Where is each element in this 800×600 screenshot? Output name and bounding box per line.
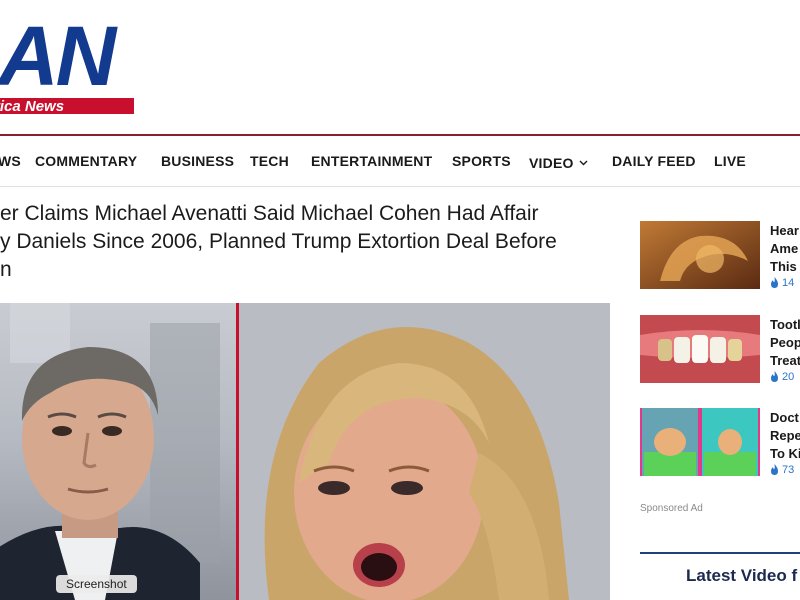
sidebar-story-title: Hear Ame This	[770, 222, 800, 276]
sidebar-story-stats: 14	[770, 277, 794, 289]
sidebar-title-line: Repe	[770, 428, 800, 443]
nav-item-live[interactable]: LIVE	[714, 153, 746, 169]
headline-line: y Daniels Since 2006, Planned Trump Exto…	[0, 230, 557, 253]
sidebar-story-stats: 20	[770, 371, 794, 383]
sidebar-title-line: Hear	[770, 223, 799, 238]
nav-item-entertainment[interactable]: ENTERTAINMENT	[311, 153, 432, 169]
sidebar-title-line: Treat	[770, 353, 800, 368]
sidebar-thumbnail	[640, 221, 760, 289]
nav-item-commentary[interactable]: COMMENTARY	[35, 153, 137, 169]
logo-letters: AN	[0, 9, 116, 103]
sidebar-title-line: This	[770, 259, 797, 274]
sidebar-story[interactable]: Doct Repe To Ki 73	[640, 408, 800, 478]
sidebar-thumbnail	[640, 315, 760, 383]
sidebar-title-line: To Ki	[770, 446, 800, 461]
sidebar-thumbnail	[640, 408, 760, 476]
sidebar-title-line: Peop	[770, 335, 800, 350]
chevron-down-icon	[579, 153, 588, 169]
nav-item-daily-feed[interactable]: DAILY FEED	[612, 153, 696, 169]
hero-left-photo	[0, 303, 236, 600]
nav-item-news[interactable]: WS	[0, 153, 21, 169]
article-hero-image[interactable]: Screenshot	[0, 303, 610, 600]
flame-icon	[771, 464, 778, 475]
logo-tagline: rica News	[0, 98, 65, 114]
latest-video-heading: Latest Video f	[686, 566, 798, 585]
flame-icon	[771, 277, 778, 288]
view-count: 20	[782, 371, 795, 383]
view-count: 73	[782, 464, 795, 476]
flame-icon	[771, 371, 778, 382]
sidebar-title-line: Ame	[770, 241, 799, 256]
sidebar-story[interactable]: Tootl Peop Treat 20	[640, 315, 800, 385]
sidebar-story-title: Tootl Peop Treat	[770, 316, 800, 370]
sidebar-title-line: Doct	[770, 410, 799, 425]
nav-item-video[interactable]: VIDEO	[529, 153, 588, 171]
sidebar-story-stats: 73	[770, 464, 794, 476]
nav-item-sports[interactable]: SPORTS	[452, 153, 511, 169]
nav-item-tech[interactable]: TECH	[250, 153, 289, 169]
latest-video-rule	[640, 552, 800, 554]
main-nav: WS COMMENTARY BUSINESS TECH ENTERTAINMEN…	[0, 136, 800, 187]
site-logo[interactable]: AN rica News	[0, 14, 140, 116]
nav-item-business[interactable]: BUSINESS	[161, 153, 234, 169]
sponsored-ad-label: Sponsored Ad	[640, 503, 703, 514]
sidebar-story-title: Doct Repe To Ki	[770, 409, 800, 463]
hero-right-photo	[239, 303, 610, 600]
headline-line: n	[0, 258, 12, 281]
screenshot-label: Screenshot	[56, 575, 137, 593]
sidebar-story[interactable]: Hear Ame This 14	[640, 221, 800, 291]
view-count: 14	[782, 277, 795, 289]
article-headline: er Claims Michael Avenatti Said Michael …	[0, 200, 610, 284]
logo-tagline-band: rica News	[0, 96, 134, 114]
headline-line: er Claims Michael Avenatti Said Michael …	[0, 202, 539, 225]
nav-item-video-label: VIDEO	[529, 155, 574, 171]
sidebar-title-line: Tootl	[770, 317, 800, 332]
